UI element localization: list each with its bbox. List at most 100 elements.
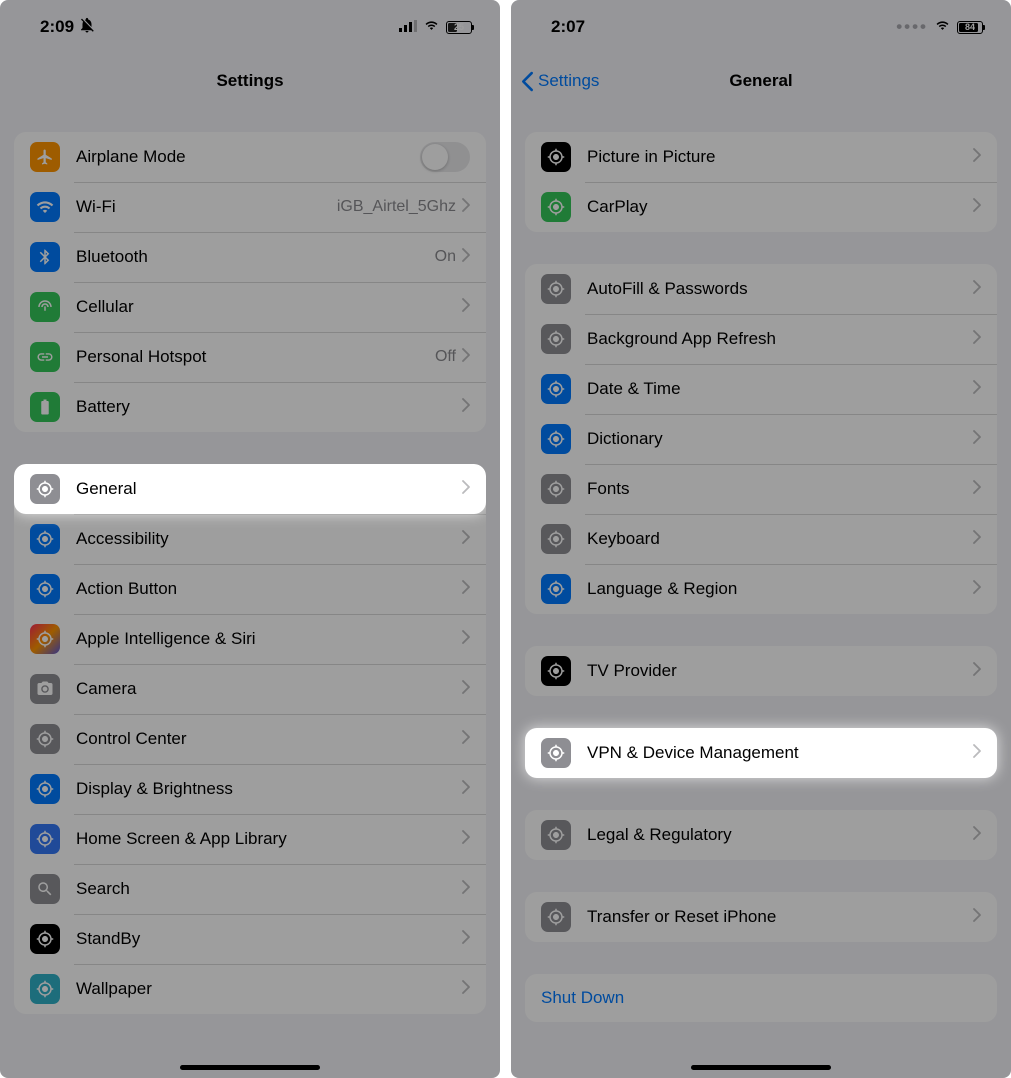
row-label: Wallpaper bbox=[76, 979, 462, 999]
control-center-icon bbox=[30, 724, 60, 754]
row-pip[interactable]: Picture in Picture bbox=[525, 132, 997, 182]
row-label: VPN & Device Management bbox=[587, 743, 973, 763]
row-label: Search bbox=[76, 879, 462, 899]
accessibility-icon bbox=[30, 524, 60, 554]
chevron-right-icon bbox=[973, 279, 981, 299]
transfer-reset-icon bbox=[541, 902, 571, 932]
row-label: Home Screen & App Library bbox=[76, 829, 462, 849]
row-dictionary[interactable]: Dictionary bbox=[525, 414, 997, 464]
row-label: Cellular bbox=[76, 297, 462, 317]
chevron-right-icon bbox=[973, 579, 981, 599]
chevron-right-icon bbox=[462, 679, 470, 699]
status-bar: 2:09 25 bbox=[0, 0, 500, 54]
chevron-right-icon bbox=[973, 529, 981, 549]
row-standby[interactable]: StandBy bbox=[14, 914, 486, 964]
row-tv-provider[interactable]: TV Provider bbox=[525, 646, 997, 696]
row-wifi[interactable]: Wi-Fi iGB_Airtel_5Ghz bbox=[14, 182, 486, 232]
cellular-signal-icon bbox=[399, 17, 417, 37]
row-label: Background App Refresh bbox=[587, 329, 973, 349]
standby-icon bbox=[30, 924, 60, 954]
row-general[interactable]: General bbox=[14, 464, 486, 514]
row-battery[interactable]: Battery bbox=[14, 382, 486, 432]
row-hotspot[interactable]: Personal Hotspot Off bbox=[14, 332, 486, 382]
settings-group: Transfer or Reset iPhone bbox=[525, 892, 997, 942]
row-value: Off bbox=[435, 348, 456, 366]
settings-content[interactable]: Airplane Mode Wi-Fi iGB_Airtel_5Ghz Blue… bbox=[0, 108, 500, 1078]
row-label: Bluetooth bbox=[76, 247, 435, 267]
chevron-right-icon bbox=[462, 529, 470, 549]
general-content[interactable]: Picture in Picture CarPlay AutoFill & Pa… bbox=[511, 108, 1011, 1078]
carplay-icon bbox=[541, 192, 571, 222]
row-search[interactable]: Search bbox=[14, 864, 486, 914]
chevron-right-icon bbox=[462, 197, 470, 217]
row-label: Camera bbox=[76, 679, 462, 699]
chevron-right-icon bbox=[462, 629, 470, 649]
row-accessibility[interactable]: Accessibility bbox=[14, 514, 486, 564]
airplane-icon bbox=[30, 142, 60, 172]
row-label: Language & Region bbox=[587, 579, 973, 599]
row-date-time[interactable]: Date & Time bbox=[525, 364, 997, 414]
row-label: TV Provider bbox=[587, 661, 973, 681]
cellular-icon bbox=[30, 292, 60, 322]
row-label: Battery bbox=[76, 397, 462, 417]
row-label: Accessibility bbox=[76, 529, 462, 549]
chevron-right-icon bbox=[462, 247, 470, 267]
row-transfer-reset[interactable]: Transfer or Reset iPhone bbox=[525, 892, 997, 942]
row-action-button[interactable]: Action Button bbox=[14, 564, 486, 614]
row-bg-refresh[interactable]: Background App Refresh bbox=[525, 314, 997, 364]
home-indicator[interactable] bbox=[180, 1065, 320, 1070]
row-label: Date & Time bbox=[587, 379, 973, 399]
row-label: AutoFill & Passwords bbox=[587, 279, 973, 299]
row-value: On bbox=[435, 248, 456, 266]
settings-group: General Accessibility Action Button Appl… bbox=[14, 464, 486, 1014]
wifi-icon bbox=[30, 192, 60, 222]
search-icon bbox=[30, 874, 60, 904]
shut-down-button[interactable]: Shut Down bbox=[525, 974, 997, 1022]
row-label: Personal Hotspot bbox=[76, 347, 435, 367]
apple-intelligence-icon bbox=[30, 624, 60, 654]
row-home-screen[interactable]: Home Screen & App Library bbox=[14, 814, 486, 864]
row-language-region[interactable]: Language & Region bbox=[525, 564, 997, 614]
row-airplane[interactable]: Airplane Mode bbox=[14, 132, 486, 182]
row-label: Airplane Mode bbox=[76, 147, 420, 167]
chevron-right-icon bbox=[973, 479, 981, 499]
row-carplay[interactable]: CarPlay bbox=[525, 182, 997, 232]
row-autofill[interactable]: AutoFill & Passwords bbox=[525, 264, 997, 314]
row-display[interactable]: Display & Brightness bbox=[14, 764, 486, 814]
chevron-right-icon bbox=[462, 579, 470, 599]
row-keyboard[interactable]: Keyboard bbox=[525, 514, 997, 564]
chevron-left-icon bbox=[521, 71, 534, 92]
chevron-right-icon bbox=[973, 429, 981, 449]
screenshot-right: 2:07 •••• 84 Settings General Picture in… bbox=[511, 0, 1011, 1078]
bluetooth-icon bbox=[30, 242, 60, 272]
row-cellular[interactable]: Cellular bbox=[14, 282, 486, 332]
row-label: Legal & Regulatory bbox=[587, 825, 973, 845]
pip-icon bbox=[541, 142, 571, 172]
row-label: Keyboard bbox=[587, 529, 973, 549]
settings-group: AutoFill & Passwords Background App Refr… bbox=[525, 264, 997, 614]
back-button[interactable]: Settings bbox=[521, 71, 599, 92]
row-label: Apple Intelligence & Siri bbox=[76, 629, 462, 649]
chevron-right-icon bbox=[462, 829, 470, 849]
row-wallpaper[interactable]: Wallpaper bbox=[14, 964, 486, 1014]
home-indicator[interactable] bbox=[691, 1065, 831, 1070]
action-button-icon bbox=[30, 574, 60, 604]
status-time: 2:07 bbox=[551, 17, 585, 37]
row-vpn[interactable]: VPN & Device Management bbox=[525, 728, 997, 778]
keyboard-icon bbox=[541, 524, 571, 554]
row-bluetooth[interactable]: Bluetooth On bbox=[14, 232, 486, 282]
row-legal[interactable]: Legal & Regulatory bbox=[525, 810, 997, 860]
fonts-icon bbox=[541, 474, 571, 504]
battery-icon: 25 bbox=[446, 21, 472, 34]
toggle[interactable] bbox=[420, 142, 470, 172]
vpn-icon bbox=[541, 738, 571, 768]
row-control-center[interactable]: Control Center bbox=[14, 714, 486, 764]
settings-group: Picture in Picture CarPlay bbox=[525, 132, 997, 232]
row-label: CarPlay bbox=[587, 197, 973, 217]
row-fonts[interactable]: Fonts bbox=[525, 464, 997, 514]
tv-provider-icon bbox=[541, 656, 571, 686]
row-apple-intelligence[interactable]: Apple Intelligence & Siri bbox=[14, 614, 486, 664]
row-camera[interactable]: Camera bbox=[14, 664, 486, 714]
camera-icon bbox=[30, 674, 60, 704]
chevron-right-icon bbox=[973, 743, 981, 763]
